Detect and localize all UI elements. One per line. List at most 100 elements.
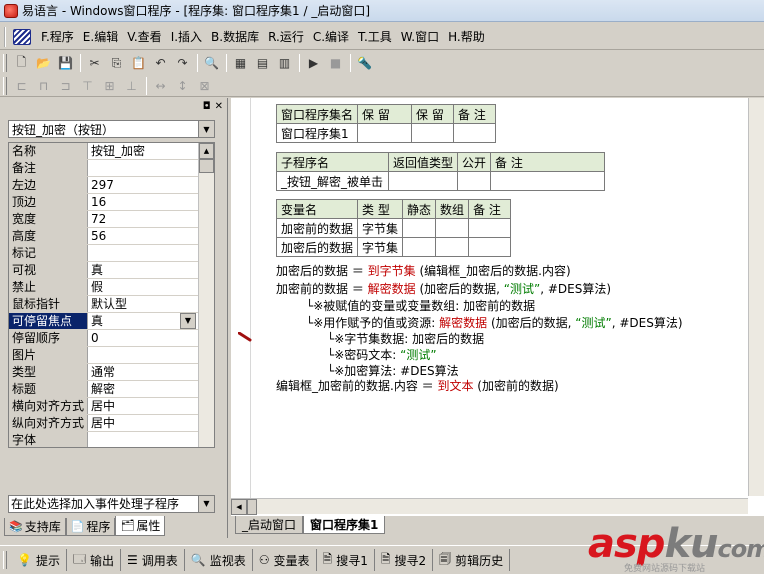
event-select[interactable]: 在此处选择加入事件处理子程序 ▼ (8, 495, 215, 513)
property-scrollbar[interactable]: ▲ (198, 143, 214, 447)
code-horizontal-scrollbar[interactable]: ◀ (231, 498, 748, 515)
property-row[interactable]: 标记 (9, 245, 214, 262)
scroll-left-icon[interactable]: ◀ (231, 499, 247, 515)
property-value[interactable]: 297 (88, 177, 214, 193)
table-cell[interactable]: 字节集 (357, 237, 404, 257)
property-row[interactable]: 高度 56 (9, 228, 214, 245)
align-center-icon[interactable]: ⊓ (33, 76, 54, 96)
property-value[interactable]: 通常 (88, 364, 214, 380)
align-bottom-icon[interactable]: ⊥ (121, 76, 142, 96)
code-line[interactable]: 编辑框_加密前的数据.内容 ＝ 到文本 (加密前的数据) (276, 378, 559, 395)
menu-run[interactable]: R.运行 (264, 28, 308, 45)
tab-program[interactable]: 📄 程序 (65, 518, 116, 536)
chevron-down-icon[interactable]: ▼ (180, 313, 196, 329)
table-cell[interactable] (357, 123, 413, 143)
code-line[interactable]: 加密后的数据 ＝ 到字节集 (编辑框_加密后的数据.内容) (276, 263, 571, 280)
property-value[interactable]: 0 (88, 330, 214, 346)
table-cell[interactable] (435, 237, 470, 257)
tab-output[interactable]: 🗔 输出 (67, 549, 121, 571)
tab-start-window[interactable]: _启动窗口 (235, 516, 304, 534)
copy-icon[interactable]: ⎘ (106, 53, 127, 73)
code-line[interactable]: 加密前的数据 ＝ 解密数据 (加密后的数据, “测试”, #DES算法) (276, 281, 611, 298)
object-select[interactable]: 按钮_加密（按钮） ▼ (8, 120, 215, 138)
table-cell[interactable] (468, 237, 512, 257)
open-folder-icon[interactable]: 📂 (33, 53, 54, 73)
menu-program[interactable]: F.程序 (37, 28, 78, 45)
menu-help[interactable]: H.帮助 (444, 28, 489, 45)
align-top-icon[interactable]: ⊤ (77, 76, 98, 96)
toolbar-grip[interactable] (3, 551, 7, 569)
property-value[interactable]: 居中 (88, 415, 214, 431)
table-cell[interactable] (490, 171, 606, 191)
property-row[interactable]: 可视真 (9, 262, 214, 279)
table-cell[interactable] (453, 123, 497, 143)
menu-compile[interactable]: C.编译 (309, 28, 353, 45)
close-icon[interactable]: ✕ (215, 101, 223, 112)
table-cell[interactable] (457, 171, 492, 191)
breakpoint-marker-icon[interactable] (238, 332, 252, 342)
align-left-icon[interactable]: ⊏ (11, 76, 32, 96)
property-value[interactable]: 默认型 (88, 296, 214, 312)
cut-icon[interactable]: ✂ (84, 53, 105, 73)
property-row[interactable]: 鼠标指针 默认型 (9, 296, 214, 313)
table-cell[interactable]: _按钮_解密_被单击 (276, 171, 389, 191)
table-cell[interactable] (468, 218, 512, 238)
property-grid[interactable]: 名称 按钮_加密 备注 左边 297 顶边 16 宽度 72 高度 56 标记 可视真禁止假鼠标指针 默认… (8, 142, 215, 448)
same-height-icon[interactable]: ↕ (172, 76, 193, 96)
property-value[interactable] (88, 160, 214, 176)
property-value[interactable]: 解密 (88, 381, 214, 397)
property-row[interactable]: 类型 通常 (9, 364, 214, 381)
table-cell[interactable]: 加密后的数据 (275, 237, 359, 257)
scroll-thumb[interactable] (247, 499, 257, 515)
property-value[interactable] (88, 347, 214, 363)
redo-icon[interactable]: ↷ (172, 53, 193, 73)
run-icon[interactable]: ▶ (303, 53, 324, 73)
table-cell[interactable] (435, 218, 470, 238)
property-row[interactable]: 停留顺序 0 (9, 330, 214, 347)
menubar-grip[interactable] (4, 26, 10, 47)
table-cell[interactable]: 字节集 (357, 218, 404, 238)
layout1-icon[interactable]: ▦ (230, 53, 251, 73)
property-value[interactable]: 16 (88, 194, 214, 210)
property-value[interactable]: 72 (88, 211, 214, 227)
align-middle-icon[interactable]: ⊞ (99, 76, 120, 96)
code-tree-line[interactable]: └※字节集数据: 加密后的数据 (327, 331, 484, 348)
property-value[interactable]: 56 (88, 228, 214, 244)
pin-icon[interactable]: ◘ (203, 101, 211, 112)
property-row[interactable]: 字体 (9, 432, 214, 447)
table-cell[interactable] (411, 123, 455, 143)
property-row[interactable]: 图片 (9, 347, 214, 364)
align-right-icon[interactable]: ⊐ (55, 76, 76, 96)
paste-icon[interactable]: 📋 (128, 53, 149, 73)
code-vertical-scrollbar[interactable] (748, 98, 764, 496)
tab-tip[interactable]: 💡 提示 (11, 549, 67, 571)
tab-library[interactable]: 📚 支持库 (4, 518, 66, 536)
tab-window-assembly[interactable]: 窗口程序集1 (303, 516, 386, 534)
debug-icon[interactable]: 🔦 (354, 53, 375, 73)
code-tree-line[interactable]: └※密码文本: “测试” (327, 347, 437, 364)
menu-window[interactable]: W.窗口 (397, 28, 443, 45)
toolbar-grip[interactable] (3, 77, 7, 95)
menu-view[interactable]: V.查看 (123, 28, 165, 45)
chevron-down-icon[interactable]: ▼ (198, 496, 214, 512)
find-icon[interactable]: 🔍 (201, 53, 222, 73)
property-row[interactable]: 宽度 72 (9, 211, 214, 228)
toolbar-grip[interactable] (3, 54, 7, 72)
menu-edit[interactable]: E.编辑 (79, 28, 122, 45)
tab-call-stack[interactable]: ☰ 调用表 (121, 549, 185, 571)
chevron-down-icon[interactable]: ▼ (198, 121, 214, 137)
tab-clip-history[interactable]: 🗐 剪辑历史 (433, 549, 511, 571)
table-cell[interactable]: 加密前的数据 (275, 218, 359, 238)
table-cell[interactable]: 窗口程序集1 (275, 123, 359, 143)
property-row[interactable]: 横向对齐方式 居中 (9, 398, 214, 415)
property-value[interactable]: 按钮_加密 (88, 143, 214, 159)
save-icon[interactable]: 💾 (55, 53, 76, 73)
tab-watch[interactable]: 🔍 监视表 (185, 549, 253, 571)
layout2-icon[interactable]: ▤ (252, 53, 273, 73)
undo-icon[interactable]: ↶ (150, 53, 171, 73)
property-row[interactable]: 备注 (9, 160, 214, 177)
property-row[interactable]: 可停留焦点真 ▼ (9, 313, 214, 330)
property-value[interactable] (88, 245, 214, 261)
tab-variables[interactable]: ⚇ 变量表 (253, 549, 317, 571)
property-row[interactable]: 标题 解密 (9, 381, 214, 398)
